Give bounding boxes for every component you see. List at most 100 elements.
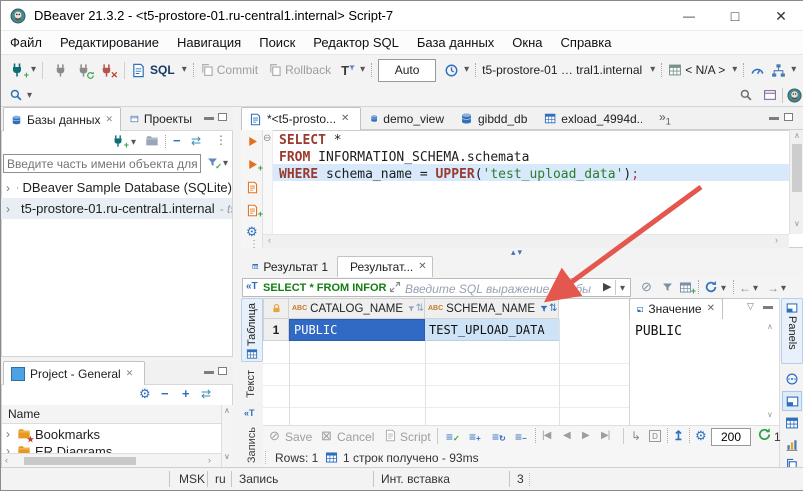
back-dropdown-icon[interactable]: ▾ — [753, 284, 758, 294]
databases-tab-close-icon[interactable]: ✕ — [105, 115, 113, 124]
task-network-icon[interactable] — [771, 63, 786, 78]
vscroll-thumb[interactable] — [792, 144, 802, 192]
menu-help[interactable]: Справка — [552, 35, 621, 50]
row-number-cell[interactable]: 1 — [263, 319, 289, 341]
clear-filter-icon[interactable]: ⊘ — [641, 280, 652, 293]
new-folder-icon[interactable] — [145, 134, 159, 148]
menu-window[interactable]: Окна — [503, 35, 551, 50]
scroll-right-icon[interactable]: › — [775, 236, 778, 245]
references-panel-icon[interactable] — [785, 372, 799, 386]
sql-button[interactable]: SQL — [150, 63, 175, 77]
project-link-icon[interactable]: ⇄ — [201, 388, 211, 400]
execute-statement-icon[interactable] — [246, 135, 259, 148]
tab-projects[interactable]: Проекты — [123, 107, 199, 131]
menu-search[interactable]: Поиск — [250, 35, 304, 50]
editor-more-dots-icon[interactable]: ⋮ — [249, 240, 259, 250]
goto-row-icon[interactable]: ↳ — [631, 429, 641, 443]
menu-navigation[interactable]: Навигация — [168, 35, 250, 50]
select-row-d-icon[interactable]: D — [649, 430, 661, 442]
first-row-icon[interactable]: |◀ — [542, 430, 550, 441]
transaction-clock-icon[interactable] — [444, 63, 459, 78]
tab-exload[interactable]: exload_4994d... — [537, 107, 649, 130]
clock-dropdown-icon[interactable]: ▾ — [464, 65, 469, 75]
sql-dropdown-icon[interactable]: ▾ — [182, 65, 187, 75]
tab-overflow-chevron[interactable]: »1 — [659, 110, 671, 126]
column-header-schema-name[interactable]: ABC SCHEMA_NAME ⇅ — [425, 298, 559, 319]
collapse-all-icon[interactable]: − — [173, 134, 181, 147]
side-tab-text[interactable]: Текст «T — [241, 366, 263, 422]
refetch-icon[interactable] — [757, 427, 772, 442]
tab-result-1[interactable]: Результат 1 — [245, 256, 335, 277]
results-settings-gear-icon[interactable]: ⚙ — [695, 429, 707, 442]
tab-value[interactable]: Значение ✕ — [629, 298, 723, 319]
connection-dropdown-icon[interactable]: ▾ — [650, 65, 655, 75]
edit-cell-icon[interactable]: ≡✓ — [446, 430, 460, 444]
forward-dropdown-icon[interactable]: ▾ — [781, 284, 786, 294]
scroll-left-icon[interactable]: ‹ — [268, 236, 271, 245]
value-panel-minimize-icon[interactable] — [763, 306, 773, 309]
expand-icon[interactable]: + — [182, 387, 190, 400]
save-filter-grid-icon[interactable]: + — [679, 281, 692, 294]
link-with-editor-icon[interactable]: ⇄ — [191, 135, 201, 147]
metadata-panel-chart-icon[interactable] — [785, 438, 799, 452]
view-menu-dots-icon[interactable]: ⋮ — [215, 134, 227, 146]
scroll-down-icon[interactable]: ∨ — [794, 220, 800, 228]
tree-item-prostore-connection[interactable]: › t5-prostore-01.ru-central1.internal - … — [1, 198, 232, 219]
scroll-right-icon[interactable]: › — [208, 456, 211, 465]
record-mode-tab[interactable]: Запись — [241, 425, 263, 467]
filter-history-dropdown-icon[interactable]: ▾ — [620, 284, 625, 294]
nav-forward-arrow-icon[interactable]: → — [767, 282, 779, 294]
timezone-indicator[interactable]: MSK — [179, 472, 205, 486]
filter-placeholder[interactable]: Введите SQL выражение чтобы — [405, 282, 591, 296]
value-panel-menu-icon[interactable]: ▽ — [747, 302, 754, 311]
sidebar-new-connection-icon[interactable]: + — [111, 134, 125, 148]
minimize-button[interactable]: — — [666, 1, 712, 31]
nav-back-arrow-icon[interactable]: ← — [739, 282, 751, 294]
tab-gibdd-db[interactable]: gibdd_db — [453, 107, 535, 130]
column-header-name[interactable]: Name — [8, 407, 40, 421]
filter-config-icon[interactable]: ✓ — [206, 156, 219, 169]
cell-catalog-name[interactable]: PUBLIC — [289, 319, 425, 341]
expander-icon[interactable]: › — [6, 182, 10, 194]
connect-icon[interactable] — [53, 63, 68, 78]
column-sort-icon[interactable]: ⇅ — [549, 304, 557, 314]
reconnect-button[interactable] — [76, 63, 91, 78]
sidebar-connection-dropdown-icon[interactable]: ▾ — [131, 138, 136, 148]
add-row-icon[interactable]: ≡+ — [469, 430, 481, 444]
execute-new-tab-icon[interactable]: + — [246, 158, 259, 171]
value-scroll-up-icon[interactable]: ∧ — [767, 323, 773, 331]
tab-demo-view[interactable]: demo_view — [363, 107, 451, 130]
filter-expand-icon[interactable] — [389, 281, 401, 293]
last-row-icon[interactable]: ▶| — [601, 430, 609, 441]
column-header-catalog-name[interactable]: ABC CATALOG_NAME ⇅ — [289, 298, 425, 319]
fetch-size-input[interactable] — [711, 428, 751, 446]
apply-filter-play-icon[interactable]: ▶ — [603, 282, 611, 293]
editor-settings-gear-icon[interactable]: ⚙ — [246, 225, 258, 238]
rollback-icon[interactable] — [268, 63, 282, 77]
refresh-results-icon[interactable] — [704, 280, 718, 294]
scroll-up-icon[interactable]: ∧ — [794, 132, 800, 140]
new-connection-dropdown-icon[interactable]: ▾ — [31, 65, 36, 75]
expander-icon[interactable]: › — [6, 203, 10, 215]
value-tab-close-icon[interactable]: ✕ — [707, 304, 715, 314]
editor-results-sash[interactable]: ▴▾ — [511, 247, 524, 257]
side-tab-grid[interactable]: Таблица — [241, 298, 263, 362]
transaction-log-button[interactable]: T — [341, 63, 349, 78]
tab-project-general[interactable]: Project - General ✕ — [3, 361, 145, 385]
perspective-window-icon[interactable] — [763, 88, 777, 102]
tasks-dropdown-icon[interactable]: ▾ — [791, 65, 796, 75]
rollback-button[interactable]: Rollback — [285, 63, 331, 77]
duplicate-row-icon[interactable]: ≡↻ — [492, 430, 506, 444]
result2-tab-close-icon[interactable]: ✕ — [418, 262, 426, 272]
close-button[interactable]: ✕ — [758, 1, 803, 31]
filters-menu-funnel-icon[interactable] — [661, 281, 674, 294]
menu-file[interactable]: Файл — [1, 35, 51, 50]
sql-script-tab-close-icon[interactable]: ✕ — [341, 114, 349, 124]
next-row-icon[interactable]: ▶ — [582, 430, 590, 441]
scroll-left-icon[interactable]: ‹ — [5, 456, 8, 465]
editor-vscrollbar[interactable]: ∧ ∨ — [789, 130, 803, 234]
cell-schema-name[interactable]: TEST_UPLOAD_DATA — [425, 319, 559, 341]
dashboard-gauge-icon[interactable] — [750, 63, 765, 78]
project-minimize-icon[interactable] — [204, 371, 214, 374]
collapse-icon[interactable]: − — [161, 387, 169, 400]
